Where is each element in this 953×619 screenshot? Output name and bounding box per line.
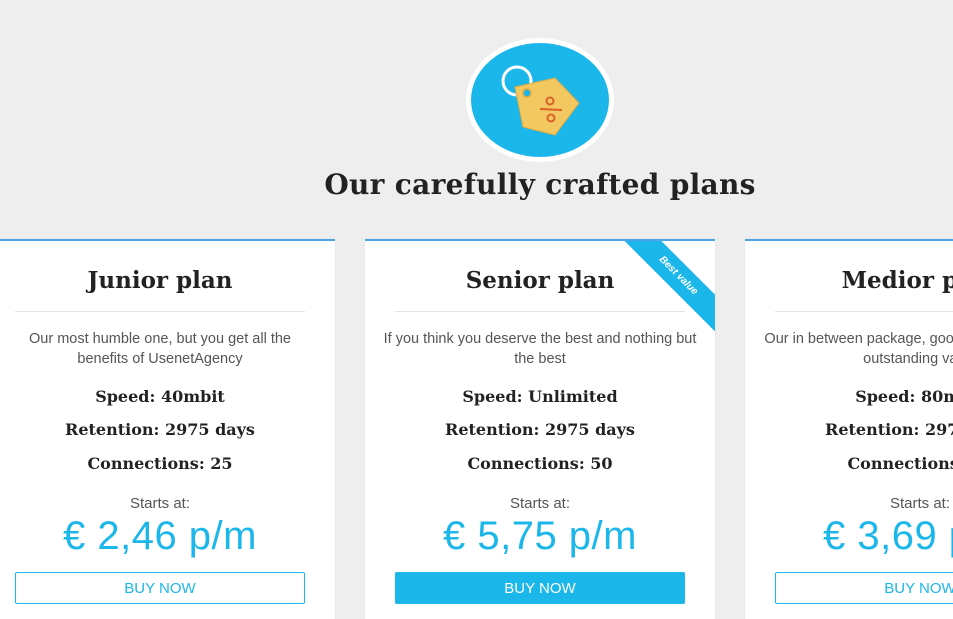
plan-retention: Retention: 2975 days [445,420,635,439]
plan-retention: Retention: 2975 days [825,420,953,439]
plan-connections: Connections: 50 [467,454,613,473]
buy-now-button-junior[interactable]: BUY NOW [15,572,305,604]
plan-title: Junior plan [87,267,233,294]
page-title: Our carefully crafted plans [324,168,756,201]
plan-price: € 5,75 p/m [442,514,637,558]
plan-starts-label: Starts at: [889,495,951,512]
plan-starts-label: Starts at: [509,495,571,512]
plan-speed: Speed: 40mbit [95,387,225,406]
plan-description: If you think you deserve the best and no… [383,331,697,367]
plan-speed: Speed: 80mbit [855,387,953,406]
plan-connections: Connections: 40 [847,454,953,473]
plan-card-medior: Medior plan Our in between package, good… [745,239,953,619]
buy-now-button-medior[interactable]: BUY NOW [775,572,953,604]
plan-speed: Speed: Unlimited [462,387,618,406]
plans-icon-circle [471,43,609,157]
plan-description: Our most humble one, but you get all the… [29,331,291,367]
plan-divider [775,311,953,312]
plan-card-medior-inner: Medior plan Our in between package, good… [745,241,953,619]
plan-divider [15,311,305,312]
plan-divider [395,311,685,312]
plan-connections: Connections: 25 [87,454,233,473]
price-tag-icon [501,65,580,136]
plan-price: € 2,46 p/m [62,514,257,558]
buy-now-button-senior[interactable]: BUY NOW [395,572,685,604]
plan-card-junior: Junior plan Our most humble one, but you… [0,239,335,619]
plan-starts-label: Starts at: [129,495,191,512]
plan-title: Senior plan [465,267,615,294]
plan-description: Our in between package, good performance… [764,331,953,367]
plan-card-senior: Best value Senior plan If you think you … [365,239,715,619]
plan-retention: Retention: 2975 days [65,420,255,439]
plan-title: Medior plan [841,267,953,294]
plan-price: € 3,69 p/m [822,514,953,558]
